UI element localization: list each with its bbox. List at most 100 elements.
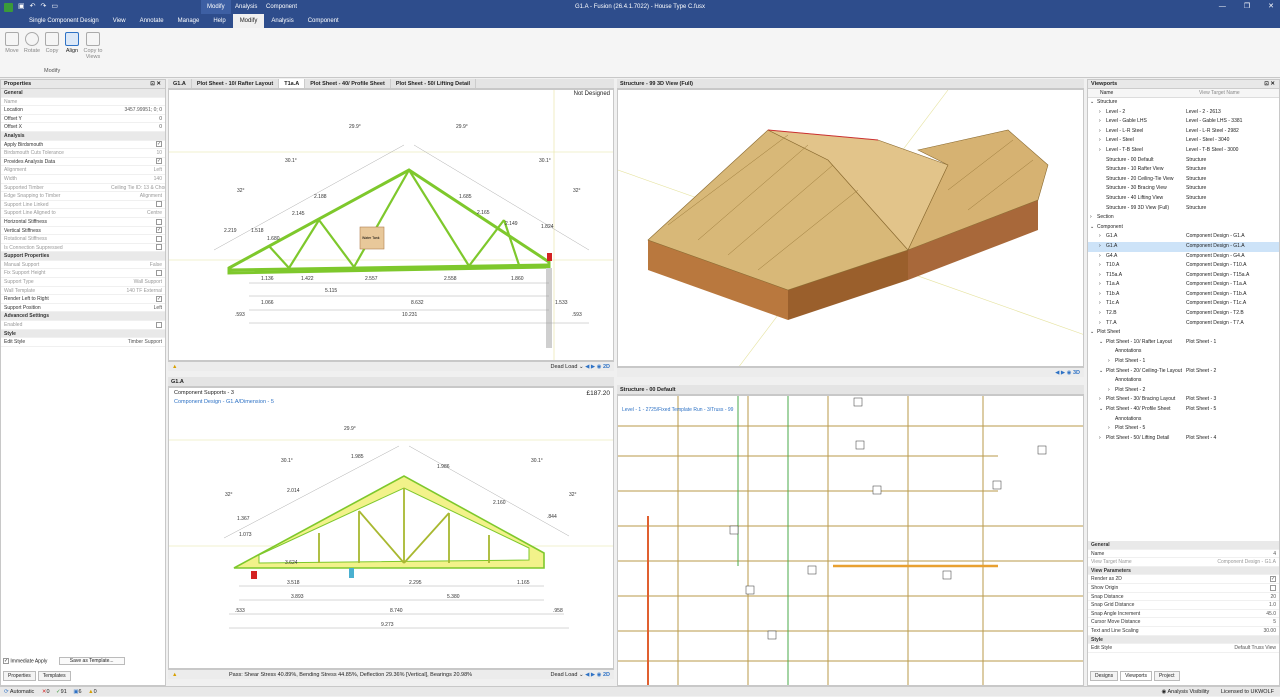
menu-component[interactable]: Component (301, 14, 346, 28)
analysis-visibility[interactable]: Analysis Visibility (1168, 689, 1210, 695)
viewport-tree-item[interactable]: › Plot Sheet - 2 (1088, 386, 1279, 396)
chevron-down-icon[interactable]: ⌄ (1090, 328, 1097, 338)
viewport-tree-item[interactable]: › T1b.A Component Design - T1b.A (1088, 290, 1279, 300)
property-checkbox[interactable]: ✓ (156, 295, 162, 302)
property-row[interactable]: Support Line Linked (1, 201, 165, 210)
tab-rafter-layout[interactable]: Plot Sheet - 10/ Rafter Layout (192, 79, 280, 88)
property-value[interactable] (111, 269, 165, 277)
property-value[interactable] (1198, 584, 1279, 592)
property-row[interactable]: Render as 2D ✓ (1088, 575, 1279, 584)
property-row[interactable]: Apply Birdsmouth ✓ (1, 141, 165, 150)
property-row[interactable]: Text and Line Scaling 30.00 (1088, 627, 1279, 636)
tab-g1a[interactable]: G1.A (168, 79, 192, 88)
viewport-tree-item[interactable]: ⌄ Plot Sheet (1088, 328, 1279, 338)
property-row[interactable]: Snap Angle Increment 45.0 (1088, 610, 1279, 619)
save-template-button[interactable]: Save as Template... (58, 657, 125, 666)
property-value[interactable]: Timber Support (111, 338, 165, 346)
menu-modify[interactable]: Modify (232, 14, 265, 28)
align-button[interactable]: Align (62, 32, 82, 54)
viewport-tree-item[interactable]: › T10.A Component Design - T10.A (1088, 261, 1279, 271)
view-mode-2d[interactable]: 2D (603, 364, 610, 370)
property-row[interactable]: View Target Name Component Design - G1.A (1088, 558, 1279, 567)
visibility-icon[interactable]: ◉ (1067, 370, 1072, 376)
property-checkbox[interactable]: ✓ (1270, 576, 1276, 583)
chevron-down-icon[interactable]: ⌄ (1099, 405, 1106, 415)
property-row[interactable]: Provides Analysis Data ✓ (1, 158, 165, 167)
warning-icon[interactable]: ▲ (172, 672, 177, 678)
prev-icon[interactable]: ◀ (1055, 370, 1059, 376)
menu-annotate[interactable]: Annotate (133, 14, 171, 28)
copy-to-views-button[interactable]: Copy to Views (82, 32, 104, 60)
property-value[interactable]: 140 (111, 175, 165, 183)
chevron-right-icon[interactable]: › (1108, 357, 1115, 367)
chevron-down-icon[interactable]: ⌄ (1090, 98, 1097, 108)
menu-single-component-design[interactable]: Single Component Design (22, 14, 106, 28)
close-icon[interactable]: ✕ (1268, 0, 1274, 14)
chevron-right-icon[interactable]: › (1099, 242, 1106, 252)
chevron-down-icon[interactable]: ⌄ (1099, 338, 1106, 348)
property-row[interactable]: Fix Support Height (1, 269, 165, 279)
chevron-right-icon[interactable]: › (1099, 261, 1106, 271)
viewport-tree-item[interactable]: › G1.A Component Design - G1.A (1088, 232, 1279, 242)
menu-view[interactable]: View (106, 14, 133, 28)
viewport-tree-item[interactable]: Structure - 10 Rafter View Structure (1088, 165, 1279, 175)
minimize-icon[interactable]: — (1219, 0, 1226, 14)
next-icon[interactable]: ▶ (591, 364, 595, 370)
warning-icon[interactable]: ▲ (172, 364, 177, 370)
viewport-tree-item[interactable]: › Level - Gable LHS Level - Gable LHS - 33… (1088, 117, 1279, 127)
property-value[interactable]: ✓ (111, 141, 165, 149)
property-value[interactable]: Component Design - G1.A (1198, 558, 1279, 566)
property-row[interactable]: Manual Support False (1, 261, 165, 270)
structure-plan-view[interactable]: Level - 1 - 2725/Fixed Template Run - 3/… (617, 395, 1084, 686)
ok-count[interactable]: 91 (61, 689, 67, 695)
property-row[interactable]: Edge Snapping to Timber Alignment (1, 192, 165, 201)
property-row[interactable]: Enabled (1, 321, 165, 330)
viewport-tree-item[interactable]: ⌄ Plot Sheet - 40/ Profile Sheet Plot Shee… (1088, 405, 1279, 415)
viewport-tree-item[interactable]: › Level - T-B Steel Level - T-B Steel - 30… (1088, 146, 1279, 156)
property-checkbox[interactable]: ✓ (156, 227, 162, 234)
copy-button[interactable]: Copy (42, 32, 62, 54)
immediate-apply-checkbox[interactable]: ✓ (3, 658, 9, 664)
warning-count[interactable]: 0 (94, 689, 97, 695)
viewport-tree-item[interactable]: › T2.B Component Design - T2.B (1088, 309, 1279, 319)
chevron-right-icon[interactable]: › (1099, 127, 1106, 137)
property-row[interactable]: Edit Style Default Truss View (1088, 644, 1279, 653)
viewport-tree-item[interactable]: Structure - 00 Default Structure (1088, 156, 1279, 166)
property-checkbox[interactable]: ✓ (156, 158, 162, 165)
view-header-3d[interactable]: Structure - 99 3D View (Full) (617, 79, 1084, 89)
viewport-tree-item[interactable]: ⌄ Plot Sheet - 10/ Rafter Layout Plot Shee… (1088, 338, 1279, 348)
property-row[interactable]: Horizontal Stiffness (1, 218, 165, 227)
viewport-tree-item[interactable]: Annotations (1088, 415, 1279, 425)
property-value[interactable]: 0 (111, 115, 165, 123)
prev-icon[interactable]: ◀ (585, 672, 589, 678)
property-row[interactable]: Supported Timber Ceiling Tie ID: 13 & Cho… (1, 184, 165, 193)
viewport-tree-item[interactable]: Structure - 40 Lifting View Structure (1088, 194, 1279, 204)
viewport-tree-item[interactable]: › Plot Sheet - 5 (1088, 424, 1279, 434)
property-row[interactable]: Name (1, 98, 165, 107)
property-checkbox[interactable] (156, 270, 162, 277)
chevron-right-icon[interactable]: › (1099, 252, 1106, 262)
viewport-tree-item[interactable]: Structure - 99 3D View (Full) Structure (1088, 204, 1279, 214)
chevron-right-icon[interactable]: › (1099, 146, 1106, 156)
chevron-right-icon[interactable]: › (1108, 424, 1115, 434)
menu-manage[interactable]: Manage (171, 14, 207, 28)
property-value[interactable] (111, 244, 165, 252)
structure-3d-view[interactable] (617, 89, 1084, 367)
move-button[interactable]: Move (2, 32, 22, 54)
property-row[interactable]: Support Type Wall Support (1, 278, 165, 287)
property-value[interactable] (111, 98, 165, 106)
load-case-dropdown[interactable]: Dead Load (551, 672, 578, 678)
chevron-down-icon[interactable]: ⌄ (1090, 223, 1097, 233)
view-mode-2d[interactable]: 2D (603, 672, 610, 678)
chevron-right-icon[interactable]: › (1099, 232, 1106, 242)
tab-profile-sheet[interactable]: Plot Sheet - 40/ Profile Sheet (305, 79, 391, 88)
property-row[interactable]: Location 3457.99951; 0; 0 (1, 106, 165, 115)
viewport-tree-item[interactable]: › Plot Sheet - 30/ Bracing Layout Plot She… (1088, 395, 1279, 405)
viewport-tree-item[interactable]: Structure - 30 Bracing View Structure (1088, 184, 1279, 194)
view-mode-3d[interactable]: 3D (1073, 370, 1080, 376)
tab-t1a[interactable]: T1a.A (279, 79, 306, 88)
component-design-link[interactable]: Component Design - G1.A/Dimension - 5 (174, 399, 274, 405)
property-row[interactable]: Birdsmouth Cuts Tolerance 10 (1, 149, 165, 158)
property-value[interactable]: 10 (111, 149, 165, 157)
property-row[interactable]: Show Origin (1088, 584, 1279, 593)
